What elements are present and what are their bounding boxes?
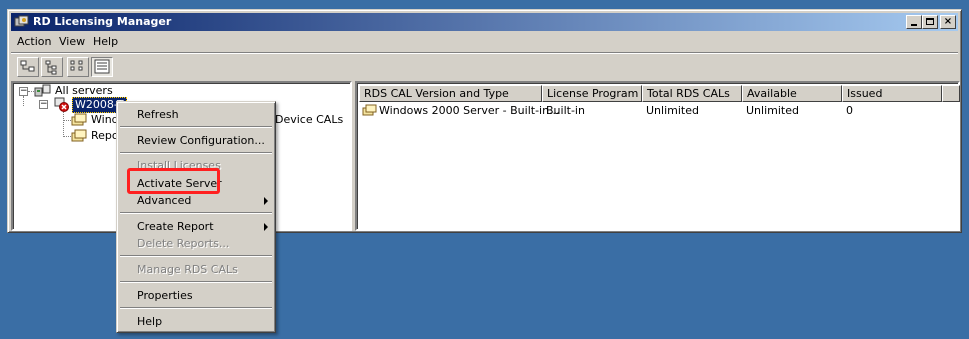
menu-separator <box>120 281 272 283</box>
menu-item-manage-rds-cals[interactable]: Manage RDS CALs <box>137 263 238 277</box>
server-error-icon <box>54 97 69 112</box>
collapse-all-servers-icon[interactable]: − <box>19 87 28 96</box>
cell-total-cals: Unlimited <box>646 104 699 117</box>
tree-item-license-pack[interactable]: Wind <box>91 113 119 127</box>
context-menu: Refresh Review Configuration... Install … <box>116 101 276 333</box>
menu-item-delete-reports[interactable]: Delete Reports... <box>137 237 229 251</box>
submenu-arrow-icon <box>264 197 268 205</box>
column-header-total-cals[interactable]: Total RDS CALs <box>642 85 742 102</box>
license-pack-icon <box>71 113 87 126</box>
view-details-button[interactable] <box>91 57 113 77</box>
large-icons-icon <box>20 60 35 72</box>
submenu-arrow-icon <box>264 223 268 231</box>
window-title: RD Licensing Manager <box>33 15 172 28</box>
view-large-icons-button[interactable] <box>17 57 39 77</box>
view-list-button[interactable] <box>67 57 89 77</box>
menu-item-review-configuration[interactable]: Review Configuration... <box>137 134 265 148</box>
tree-item-reports[interactable]: Repo <box>91 129 119 143</box>
licensing-app-icon <box>14 15 29 27</box>
menu-separator <box>120 255 272 257</box>
toolbar <box>11 52 958 81</box>
list-header: RDS CAL Version and Type License Program… <box>359 85 960 102</box>
menu-separator <box>120 152 272 154</box>
menu-help[interactable]: Help <box>93 35 118 49</box>
view-small-icons-button[interactable] <box>41 57 63 77</box>
menu-separator <box>120 212 272 214</box>
cell-license-program: Built-in <box>546 104 585 117</box>
menu-item-create-report[interactable]: Create Report <box>137 220 214 234</box>
maximize-button[interactable] <box>922 15 938 29</box>
menu-separator <box>120 126 272 128</box>
menu-item-refresh[interactable]: Refresh <box>137 108 179 122</box>
menu-view[interactable]: View <box>59 35 85 49</box>
column-header-filler <box>942 85 960 102</box>
column-header-available[interactable]: Available <box>742 85 842 102</box>
column-header-issued[interactable]: Issued <box>842 85 942 102</box>
details-icon <box>94 59 110 74</box>
menu-item-properties[interactable]: Properties <box>137 289 193 303</box>
column-header-license-program[interactable]: License Program <box>542 85 642 102</box>
activate-server-highlight <box>127 168 220 194</box>
license-pack-row-icon <box>362 104 377 116</box>
tree-item-all-servers[interactable]: All servers <box>55 84 113 98</box>
tree-item-overflow-text: Device CALs <box>275 113 344 126</box>
small-icons-icon <box>45 60 57 75</box>
menu-action[interactable]: Action <box>17 35 51 49</box>
all-servers-icon <box>34 84 51 97</box>
table-row[interactable]: Windows 2000 Server - Built-in... Built-… <box>359 103 956 119</box>
collapse-server-icon[interactable]: − <box>39 100 48 109</box>
menu-separator <box>120 307 272 309</box>
menu-item-help[interactable]: Help <box>137 315 162 329</box>
column-header-cal-version[interactable]: RDS CAL Version and Type <box>359 85 542 102</box>
menu-item-advanced[interactable]: Advanced <box>137 194 191 208</box>
menu-bar: Action View Help <box>11 33 958 51</box>
list-pane[interactable]: RDS CAL Version and Type License Program… <box>355 81 960 231</box>
list-icon <box>70 60 83 71</box>
title-bar[interactable]: RD Licensing Manager × <box>11 13 958 31</box>
close-button[interactable]: × <box>940 15 956 29</box>
reports-icon <box>71 129 87 142</box>
cell-available: Unlimited <box>746 104 799 117</box>
minimize-button[interactable] <box>906 15 922 29</box>
cell-issued: 0 <box>846 104 853 117</box>
cell-cal-version: Windows 2000 Server - Built-in... <box>379 104 560 117</box>
